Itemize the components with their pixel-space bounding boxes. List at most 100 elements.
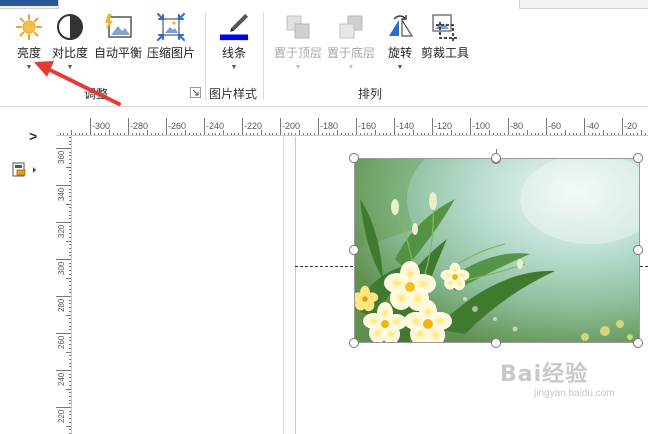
ruler-tick xyxy=(496,133,498,135)
chevron-down-icon[interactable]: ▼ xyxy=(397,64,404,72)
ruler-label: -140 xyxy=(396,121,415,131)
ruler-tick xyxy=(192,133,194,135)
ruler-tick xyxy=(56,370,71,371)
expand-panel-button[interactable]: > xyxy=(29,129,37,143)
ruler-tick xyxy=(162,133,164,135)
ruler-tick xyxy=(215,133,217,135)
ruler-tick xyxy=(169,133,171,135)
auto-balance-icon xyxy=(103,12,133,42)
ruler-tick xyxy=(352,133,354,135)
crop-tool-label: 剪裁工具 xyxy=(421,46,470,60)
ruler-label: -280 xyxy=(130,121,149,131)
ruler-tick xyxy=(188,133,190,135)
ruler-tick xyxy=(610,133,612,135)
ruler-tick xyxy=(219,133,221,135)
auto-balance-button[interactable]: 自动平衡 xyxy=(94,12,142,60)
ruler-tick xyxy=(291,133,293,135)
ruler-tick xyxy=(295,133,297,135)
ruler-tick xyxy=(245,133,247,135)
ruler-tick xyxy=(112,133,114,135)
ruler-tick xyxy=(318,118,319,135)
drawing-canvas[interactable]: Bai经验 jingyan.baidu.com xyxy=(72,137,648,434)
watermark-url: jingyan.baidu.com xyxy=(534,388,615,399)
tab-strip xyxy=(0,0,648,9)
ruler-tick xyxy=(443,133,445,135)
ruler-tick xyxy=(105,133,107,135)
ruler-tick xyxy=(280,118,281,135)
ruler-tick xyxy=(485,133,487,135)
selection-frame xyxy=(354,158,640,343)
ruler-tick xyxy=(86,133,88,135)
ruler-tick xyxy=(462,133,464,135)
ruler-tick xyxy=(310,133,312,135)
ruler-label: 240 xyxy=(57,372,66,386)
pen-line-icon xyxy=(219,12,249,42)
ruler-tick xyxy=(515,133,517,135)
ruler-tick xyxy=(629,133,631,135)
active-tab[interactable] xyxy=(58,0,520,9)
send-to-back-button[interactable]: 置于底层 ▼ xyxy=(327,12,375,72)
contrast-icon xyxy=(55,12,85,42)
resize-handle-bottom-right[interactable] xyxy=(633,338,643,348)
dialog-launcher-icon[interactable] xyxy=(190,87,201,98)
ruler-label: 340 xyxy=(57,187,66,201)
crop-tool-button[interactable]: 剪裁工具 xyxy=(421,12,469,60)
ruler-tick xyxy=(511,133,513,135)
ruler-tick xyxy=(565,130,566,135)
ruler-tick xyxy=(143,133,145,135)
ruler-tick xyxy=(549,133,551,135)
resize-handle-top-left[interactable] xyxy=(349,153,359,163)
ruler-tick xyxy=(177,133,179,135)
ruler-label: -220 xyxy=(244,121,263,131)
compress-image-icon xyxy=(156,12,186,42)
layers-icon xyxy=(12,162,36,177)
ruler-tick xyxy=(508,118,509,135)
ruler-tick xyxy=(519,133,521,135)
ruler-label: -40 xyxy=(586,121,600,131)
ruler-tick xyxy=(420,133,422,135)
resize-handle-bottom[interactable] xyxy=(491,338,501,348)
ruler-label: -80 xyxy=(510,121,524,131)
file-tab-accent[interactable] xyxy=(0,0,58,6)
ruler-tick xyxy=(466,133,468,135)
send-to-back-label: 置于底层 xyxy=(327,46,376,60)
ruler-tick xyxy=(428,133,430,135)
resize-handle-bottom-left[interactable] xyxy=(349,338,359,348)
compress-pictures-button[interactable]: 压缩图片 xyxy=(147,12,195,60)
ruler-tick xyxy=(390,133,392,135)
ruler-label: -180 xyxy=(320,121,339,131)
ruler-tick xyxy=(56,148,71,149)
ruler-tick xyxy=(424,133,426,135)
ruler-tick xyxy=(606,133,608,135)
ruler-tick xyxy=(580,133,582,135)
ruler-tick xyxy=(523,133,525,135)
group-separator xyxy=(205,12,206,100)
ruler-tick xyxy=(633,133,635,135)
resize-handle-left[interactable] xyxy=(349,245,359,255)
ruler-tick xyxy=(504,133,506,135)
ruler-tick xyxy=(401,133,403,135)
rotate-button[interactable]: 旋转 ▼ xyxy=(385,12,415,72)
resize-handle-top-right[interactable] xyxy=(633,153,643,163)
bring-to-front-label: 置于顶层 xyxy=(274,46,323,60)
group-separator xyxy=(263,12,264,100)
ruler-label: -100 xyxy=(472,121,491,131)
ruler-tick xyxy=(527,130,528,135)
ruler-tick xyxy=(637,133,639,135)
ruler-tick xyxy=(587,133,589,135)
ruler-tick xyxy=(382,133,384,135)
ruler-tick xyxy=(238,133,240,135)
ruler-tick xyxy=(131,133,133,135)
line-button[interactable]: 线条 ▼ xyxy=(219,12,249,72)
ruler-tick xyxy=(78,133,80,135)
chevron-down-icon[interactable]: ▼ xyxy=(231,64,238,72)
layers-button[interactable] xyxy=(12,162,40,178)
ruler-tick xyxy=(454,133,456,135)
ruler-tick xyxy=(591,133,593,135)
ruler-tick xyxy=(56,333,71,334)
resize-handle-right[interactable] xyxy=(633,245,643,255)
bring-to-front-button[interactable]: 置于顶层 ▼ xyxy=(274,12,322,72)
ruler-tick xyxy=(173,133,175,135)
ruler-tick xyxy=(584,118,585,135)
resize-handle-top[interactable] xyxy=(491,153,501,163)
